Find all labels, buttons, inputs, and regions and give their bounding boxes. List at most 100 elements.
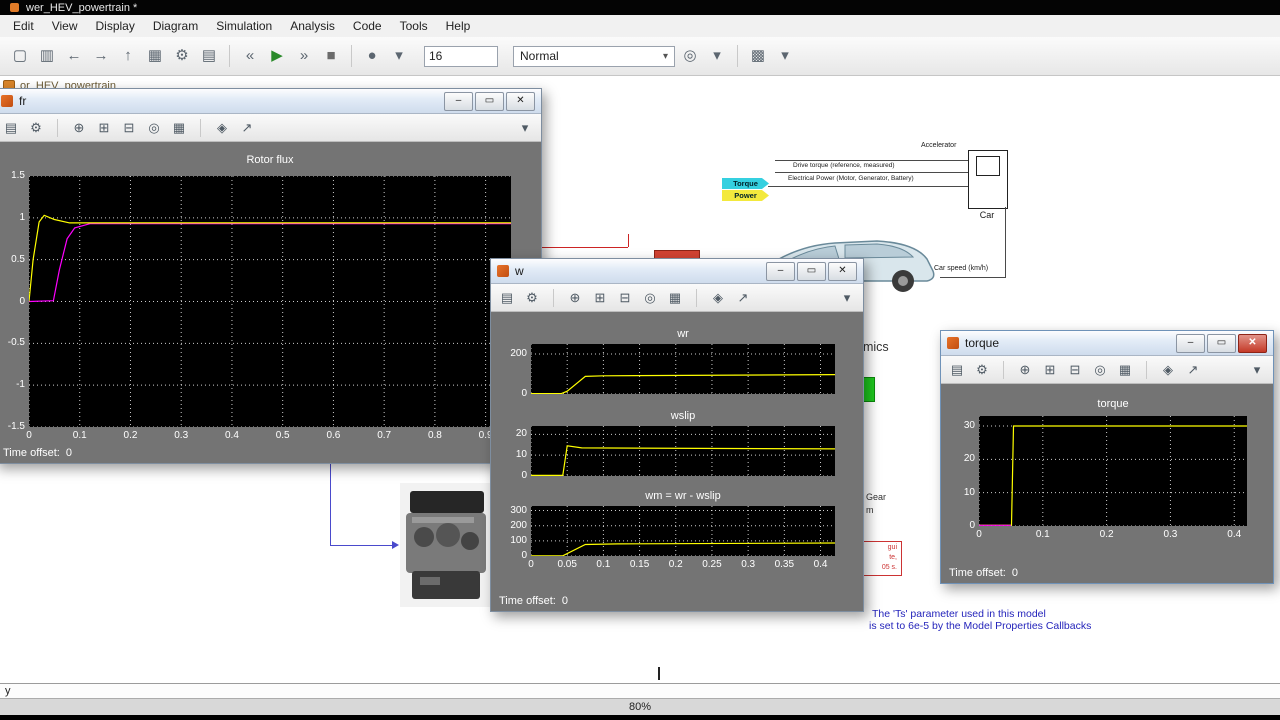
library-browser-icon[interactable]: ▦	[143, 44, 167, 68]
dock-icon[interactable]: ▾	[838, 288, 856, 308]
maximize-button[interactable]: ▭	[797, 261, 826, 281]
parameters-icon[interactable]: ⚙	[27, 118, 45, 138]
new-model-icon[interactable]: ▢	[8, 44, 32, 68]
menu-tools[interactable]: Tools	[391, 17, 437, 35]
print-icon[interactable]: ▤	[2, 118, 20, 138]
stop-icon[interactable]: ■	[319, 44, 343, 68]
zoom-x-icon[interactable]: ⊞	[1041, 360, 1059, 380]
parameters-icon[interactable]: ⚙	[523, 288, 541, 308]
save-axes-icon[interactable]: ▦	[170, 118, 188, 138]
y-tick-label: 0	[521, 470, 527, 481]
menu-help[interactable]: Help	[437, 17, 480, 35]
print-icon[interactable]: ▤	[948, 360, 966, 380]
print-icon[interactable]: ▤	[498, 288, 516, 308]
dock-icon[interactable]: ▾	[516, 118, 534, 138]
window-title-bar[interactable]: w – ▭ ✕	[491, 259, 863, 284]
zoom-y-icon[interactable]: ⊟	[616, 288, 634, 308]
chevron-down-icon[interactable]: ▾	[705, 44, 729, 68]
scope-plot-wm[interactable]	[531, 506, 835, 556]
gear-label-fragment: Gear	[866, 492, 887, 502]
os-window-title: wer_HEV_powertrain *	[26, 1, 138, 14]
sim-stop-time-input[interactable]	[424, 45, 498, 67]
fast-restart-icon[interactable]: ●	[360, 44, 384, 68]
close-button[interactable]: ✕	[506, 91, 535, 111]
run-icon[interactable]: ▶	[265, 44, 289, 68]
parameters-icon[interactable]: ⚙	[973, 360, 991, 380]
signal-trace-icon[interactable]: ↗	[1184, 360, 1202, 380]
scope-window-fr: fr – ▭ ✕ ▤ ⚙ ⊕ ⊞ ⊟ ◎ ▦ ◈ ↗ ▾ Rotor flux Time offs…	[0, 88, 542, 464]
matlab-icon	[497, 265, 509, 277]
zoom-level: 80%	[628, 701, 652, 713]
save-axes-icon[interactable]: ▦	[1116, 360, 1134, 380]
status-left-text: y	[5, 685, 11, 697]
print-icon[interactable]: ▤	[197, 44, 221, 68]
scope-plot-wr[interactable]	[531, 344, 835, 394]
os-title-bar[interactable]: wer_HEV_powertrain *	[0, 0, 1280, 15]
zoom-y-icon[interactable]: ⊟	[120, 118, 138, 138]
step-back-icon[interactable]: «	[238, 44, 262, 68]
y-tick-label: 200	[510, 348, 527, 359]
x-tick-label: 0.8	[427, 430, 442, 441]
scope-plot-rotor-flux[interactable]	[29, 176, 511, 427]
maximize-button[interactable]: ▭	[1207, 333, 1236, 353]
zoom-icon[interactable]: ⊕	[70, 118, 88, 138]
torque-tag[interactable]: Torque	[722, 178, 769, 189]
lock-axes-icon[interactable]: ◈	[709, 288, 727, 308]
autoscale-icon[interactable]: ◎	[1091, 360, 1109, 380]
minimize-button[interactable]: –	[766, 261, 795, 281]
scope-window-torque: torque – ▭ ✕ ▤ ⚙ ⊕ ⊞ ⊟ ◎ ▦ ◈ ↗ ▾ torque Time offs…	[940, 330, 1274, 584]
window-title-bar[interactable]: fr – ▭ ✕	[0, 89, 541, 114]
zoom-icon[interactable]: ⊕	[1016, 360, 1034, 380]
window-title-bar[interactable]: torque – ▭ ✕	[941, 331, 1273, 356]
menu-analysis[interactable]: Analysis	[281, 17, 344, 35]
forward-icon[interactable]: →	[89, 44, 113, 68]
signal-trace-icon[interactable]: ↗	[734, 288, 752, 308]
menu-view[interactable]: View	[43, 17, 87, 35]
y-tick-label: 100	[510, 534, 527, 546]
car-block[interactable]	[968, 150, 1008, 209]
wire-label-drive-torque: Drive torque (reference, measured)	[793, 162, 895, 169]
simulation-mode-value: Normal	[520, 49, 559, 63]
step-forward-icon[interactable]: »	[292, 44, 316, 68]
power-tag[interactable]: Power	[722, 190, 769, 201]
signal-trace-icon[interactable]: ↗	[238, 118, 256, 138]
zoom-x-icon[interactable]: ⊞	[95, 118, 113, 138]
autoscale-icon[interactable]: ◎	[145, 118, 163, 138]
menu-code[interactable]: Code	[344, 17, 391, 35]
lock-axes-icon[interactable]: ◈	[213, 118, 231, 138]
menu-display[interactable]: Display	[86, 17, 143, 35]
back-icon[interactable]: ←	[62, 44, 86, 68]
close-button[interactable]: ✕	[1238, 333, 1267, 353]
up-to-parent-icon[interactable]: ↑	[116, 44, 140, 68]
zoom-icon[interactable]: ⊕	[566, 288, 584, 308]
menu-simulation[interactable]: Simulation	[207, 17, 281, 35]
close-button[interactable]: ✕	[828, 261, 857, 281]
engine-image[interactable]	[400, 483, 492, 607]
simulation-mode-select[interactable]: Normal ▾	[513, 45, 675, 67]
menu-bar: Edit View Display Diagram Simulation Analysis…	[0, 15, 1280, 38]
configuration-icon[interactable]: ⚙	[170, 44, 194, 68]
minimize-button[interactable]: –	[1176, 333, 1205, 353]
update-diagram-icon[interactable]: ◎	[678, 44, 702, 68]
save-axes-icon[interactable]: ▦	[666, 288, 684, 308]
menu-diagram[interactable]: Diagram	[144, 17, 207, 35]
zoom-y-icon[interactable]: ⊟	[1066, 360, 1084, 380]
scope-plot-torque[interactable]	[979, 416, 1247, 526]
menu-edit[interactable]: Edit	[4, 17, 43, 35]
save-icon[interactable]: ▥	[35, 44, 59, 68]
x-tick-label: 0.4	[224, 430, 239, 441]
lock-axes-icon[interactable]: ◈	[1159, 360, 1177, 380]
maximize-button[interactable]: ▭	[475, 91, 504, 111]
build-icon[interactable]: ▩	[746, 44, 770, 68]
highlighted-wire	[628, 234, 629, 247]
wire-label-electrical-power: Electrical Power (Motor, Generator, Batt…	[788, 175, 914, 182]
zoom-x-icon[interactable]: ⊞	[591, 288, 609, 308]
dock-icon[interactable]: ▾	[1248, 360, 1266, 380]
scope-plot-wslip[interactable]	[531, 426, 835, 476]
autoscale-icon[interactable]: ◎	[641, 288, 659, 308]
chevron-down-icon[interactable]: ▾	[773, 44, 797, 68]
window-buttons: – ▭ ✕	[444, 91, 535, 111]
x-tick-label: 0.4	[813, 559, 828, 570]
minimize-button[interactable]: –	[444, 91, 473, 111]
chevron-down-icon[interactable]: ▾	[387, 44, 411, 68]
